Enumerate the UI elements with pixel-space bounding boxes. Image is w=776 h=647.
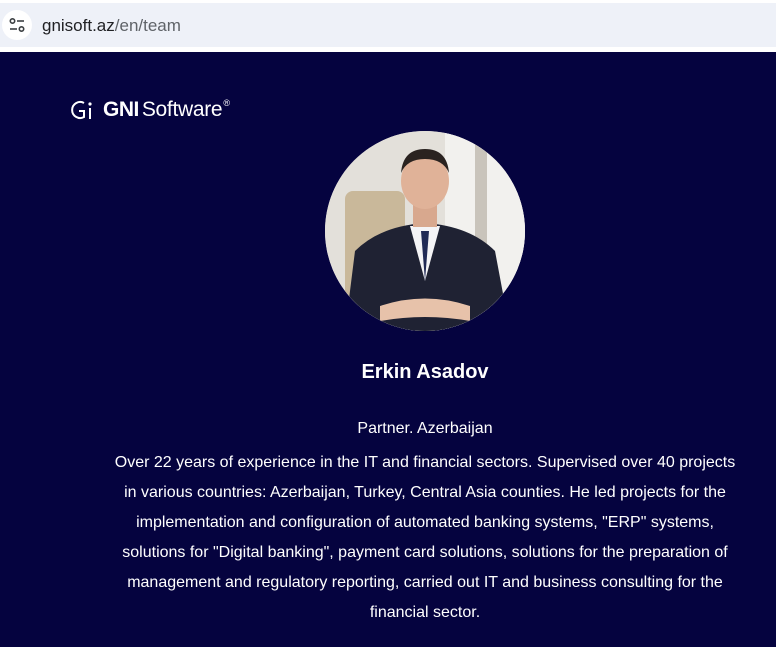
member-bio: Over 22 years of experience in the IT an… [114,454,736,621]
team-page: GNI Software ® Erkin Asadov Partner. Aze… [0,52,776,647]
member-photo [325,131,525,331]
logo-registered-mark: ® [223,98,230,108]
url-text[interactable]: gnisoft.az/en/team [42,16,181,36]
site-info-button[interactable] [2,10,32,40]
url-path: /en/team [114,16,181,35]
browser-toolbar: gnisoft.az/en/team [0,0,776,52]
url-host: gnisoft.az [42,16,115,35]
logo-gni: GNI [103,98,139,121]
member-name: Erkin Asadov [361,361,489,383]
address-bar[interactable]: gnisoft.az/en/team [0,3,776,47]
member-portrait-image [325,131,525,331]
gni-software-logo[interactable]: GNI Software ® [69,97,230,123]
gi-logo-icon [71,101,92,119]
logo-software: Software [141,98,223,121]
member-role: Partner. Azerbaijan [357,420,493,437]
tune-icon [9,17,25,33]
